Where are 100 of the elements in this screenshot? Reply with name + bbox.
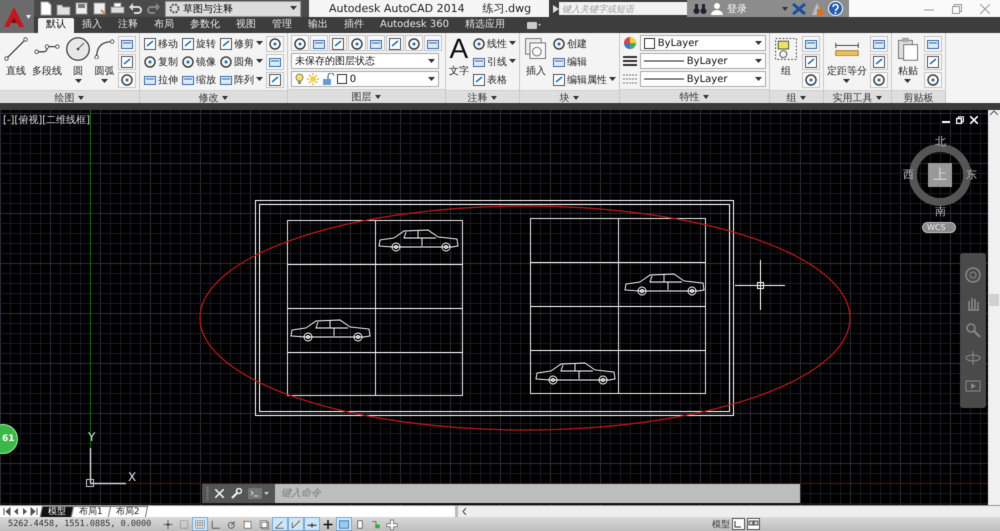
- save-as-icon[interactable]: [92, 1, 107, 16]
- ribbon-tab[interactable]: 默认: [38, 18, 74, 33]
- panel-title-bar[interactable]: 特性: [620, 89, 769, 103]
- caret-icon[interactable]: [491, 96, 498, 100]
- tool-icon[interactable]: [180, 37, 194, 50]
- ribbon-tab[interactable]: 管理: [264, 18, 300, 33]
- caret-icon[interactable]: [428, 76, 435, 82]
- steering-wheel-icon[interactable]: [965, 266, 981, 283]
- tool-icon[interactable]: [552, 55, 565, 68]
- panel-toggle-icon[interactable]: [526, 21, 541, 30]
- vertical-scrollbar[interactable]: [988, 110, 1000, 505]
- ribbon-tab[interactable]: 布局: [146, 18, 182, 33]
- ribbon-tab[interactable]: 精选应用: [456, 18, 513, 33]
- command-prompt-icon[interactable]: [248, 488, 262, 499]
- status-toggle[interactable]: [192, 517, 208, 531]
- caret-icon[interactable]: [800, 96, 806, 100]
- tool-icon[interactable]: [218, 73, 232, 86]
- model-space-button[interactable]: 模型: [712, 518, 730, 530]
- dropdown[interactable]: 0: [290, 71, 439, 87]
- caret-icon[interactable]: [754, 58, 762, 64]
- tool-icon[interactable]: [218, 55, 232, 68]
- layout-tab[interactable]: 布局1: [70, 506, 111, 517]
- caret-icon[interactable]: [608, 77, 616, 82]
- ribbon-tool-button[interactable]: 创建: [552, 36, 616, 50]
- panel-title-bar[interactable]: 实用工具: [824, 90, 891, 104]
- ribbon-tab[interactable]: 参数化: [182, 18, 228, 33]
- tool-icon[interactable]: [472, 37, 485, 50]
- tool-icon[interactable]: [472, 73, 485, 86]
- orbit-icon[interactable]: [965, 350, 981, 366]
- compass-label[interactable]: 南: [935, 206, 946, 218]
- ribbon-tool-button[interactable]: 编辑属性: [552, 72, 616, 86]
- tool-icon[interactable]: [180, 55, 194, 68]
- caret-icon[interactable]: [375, 94, 382, 98]
- status-toggle[interactable]: [288, 517, 304, 531]
- ribbon-tool-button[interactable]: 粘贴: [894, 35, 921, 88]
- layout-tab[interactable]: 模型: [40, 506, 74, 517]
- layout-icon[interactable]: [747, 518, 760, 530]
- ribbon-tool-button[interactable]: 线性: [472, 36, 516, 50]
- caret-icon[interactable]: [904, 79, 912, 84]
- color-wheel-icon[interactable]: [622, 36, 637, 50]
- horizontal-scrollbar[interactable]: [455, 506, 1000, 517]
- tool-icon[interactable]: [142, 37, 156, 50]
- tool-icon[interactable]: [142, 55, 156, 68]
- panel-title-bar[interactable]: 图层: [288, 89, 445, 103]
- caret-icon[interactable]: [256, 77, 263, 82]
- last-arrow-icon[interactable]: [30, 507, 38, 516]
- caret-icon[interactable]: [573, 96, 580, 100]
- ribbon-tool-button[interactable]: 插入: [522, 35, 549, 88]
- compass-label[interactable]: 北: [935, 136, 946, 148]
- help-icon[interactable]: [828, 1, 843, 16]
- ribbon-tool-button[interactable]: 拉伸: [142, 72, 178, 86]
- ribbon-tool-button[interactable]: 编辑: [552, 54, 616, 68]
- ribbon-tool-button[interactable]: 缩放: [180, 72, 216, 86]
- ribbon-tab[interactable]: 输出: [300, 18, 336, 33]
- panel-title-bar[interactable]: 注释: [446, 90, 519, 104]
- restore-icon[interactable]: [956, 116, 964, 124]
- caret-icon[interactable]: [754, 40, 762, 46]
- ribbon-tool-button[interactable]: 定距等分: [826, 35, 867, 88]
- lineweight-icon[interactable]: [622, 55, 637, 67]
- viewport-label[interactable]: [-][俯视][二维线框]: [3, 113, 90, 127]
- dropdown[interactable]: 未保存的图层状态: [290, 53, 439, 69]
- tool-icon[interactable]: [180, 73, 194, 86]
- ribbon-tool-button[interactable]: 修剪: [218, 36, 263, 50]
- printer-icon[interactable]: [110, 1, 125, 16]
- linetype-icon[interactable]: [622, 73, 637, 85]
- ribbon-tool-button[interactable]: 复制: [142, 54, 178, 68]
- compass-label[interactable]: 东: [966, 169, 977, 181]
- dropdown[interactable]: ByLayer: [640, 35, 766, 51]
- ribbon-tool-button[interactable]: 圆: [65, 35, 91, 88]
- next-arrow-icon[interactable]: [21, 507, 29, 516]
- ribbon-tool-button[interactable]: 圆角: [218, 54, 263, 68]
- panel-title-bar[interactable]: 组: [770, 90, 823, 104]
- caret-icon[interactable]: [256, 59, 263, 64]
- tool-icon[interactable]: [218, 37, 232, 50]
- caret-icon[interactable]: [428, 58, 435, 64]
- zoom-icon[interactable]: [965, 322, 981, 338]
- ribbon-tab[interactable]: 注释: [110, 18, 146, 33]
- caret-icon[interactable]: [508, 59, 516, 64]
- ribbon-tool-button[interactable]: 引线: [472, 54, 516, 68]
- lock-icon[interactable]: [322, 73, 334, 85]
- status-toggle[interactable]: [336, 517, 352, 531]
- command-input[interactable]: 键入命令: [275, 484, 800, 503]
- save-icon[interactable]: [74, 1, 89, 16]
- dropdown[interactable]: ByLayer: [640, 71, 766, 87]
- ribbon-tool-button[interactable]: 直线: [3, 35, 29, 88]
- viewport-icon[interactable]: [732, 518, 745, 530]
- status-toggle[interactable]: [272, 517, 288, 531]
- panel-title-bar[interactable]: 修改: [140, 90, 287, 104]
- ribbon-tool-button[interactable]: 移动: [142, 36, 178, 50]
- workspace-dropdown[interactable]: 草图与注释: [165, 0, 301, 16]
- caret-icon[interactable]: [100, 79, 108, 84]
- user-icon[interactable]: [711, 2, 723, 15]
- ribbon-tab[interactable]: 插件: [336, 18, 372, 33]
- ribbon-tool-button[interactable]: 组: [772, 35, 799, 88]
- layout-tab[interactable]: 布局2: [108, 506, 148, 517]
- tool-icon[interactable]: [552, 73, 565, 86]
- ribbon-tool-button[interactable]: A 文字: [448, 35, 469, 88]
- panel-title-bar[interactable]: 块: [520, 90, 619, 104]
- caret-icon[interactable]: [78, 96, 84, 100]
- ribbon-tool-button[interactable]: 镜像: [180, 54, 216, 68]
